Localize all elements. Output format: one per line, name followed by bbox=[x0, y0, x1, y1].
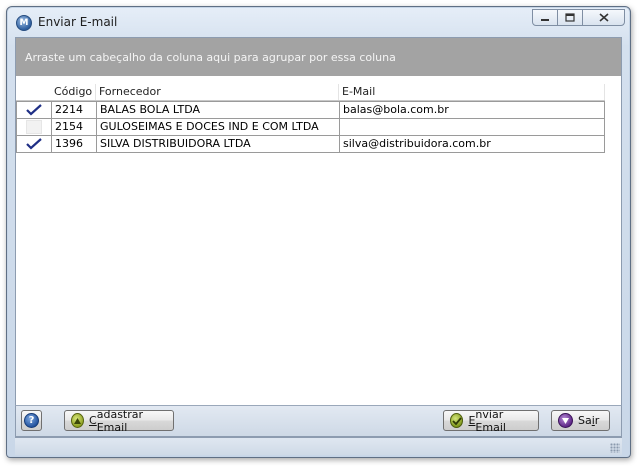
row-select-cell[interactable] bbox=[16, 119, 51, 135]
column-header-select[interactable] bbox=[16, 84, 51, 100]
unchecked-box bbox=[26, 120, 42, 134]
enviar-label: nviar Email bbox=[475, 407, 506, 434]
maximize-icon bbox=[565, 13, 575, 22]
fornecedor-cell[interactable]: GULOSEIMAS E DOCES IND E COM LTDA bbox=[96, 119, 339, 135]
row-select-cell[interactable] bbox=[16, 136, 51, 152]
group-by-hint: Arraste um cabeçalho da coluna aqui para… bbox=[25, 51, 396, 64]
title-bar[interactable]: M Enviar E-mail bbox=[7, 7, 630, 37]
enviar-email-button[interactable]: Enviar Email bbox=[443, 407, 539, 434]
enviar-accel: E bbox=[468, 414, 476, 427]
grid-header: Código Fornecedor E-Mail bbox=[16, 84, 605, 101]
button-bar: ? Cadastrar Email Enviar Email Sa i r bbox=[15, 405, 622, 437]
row-select-cell[interactable] bbox=[16, 102, 51, 118]
email-cell[interactable]: balas@bola.com.br bbox=[339, 102, 605, 118]
column-header-fornecedor[interactable]: Fornecedor bbox=[96, 84, 339, 100]
cadastrar-email-button[interactable]: Cadastrar Email bbox=[64, 407, 174, 434]
check-circle-icon bbox=[450, 413, 464, 428]
cadastrar-accel: C bbox=[89, 414, 97, 427]
codigo-cell[interactable]: 2154 bbox=[51, 119, 96, 135]
minimize-icon bbox=[541, 18, 549, 21]
add-circle-icon bbox=[71, 413, 85, 428]
supplier-grid: Código Fornecedor E-Mail 2214 BALAS BOLA… bbox=[16, 84, 605, 153]
sair-label-pre: Sa bbox=[578, 414, 592, 427]
email-cell[interactable] bbox=[339, 119, 605, 135]
enviar-email-window: M Enviar E-mail Arraste um cabeçalho da … bbox=[6, 6, 631, 458]
resize-grip-icon[interactable] bbox=[610, 443, 620, 453]
caption-buttons bbox=[532, 9, 625, 27]
status-bar bbox=[15, 438, 622, 455]
sair-label-rest: r bbox=[594, 414, 600, 427]
table-row[interactable]: 2214 BALAS BOLA LTDA balas@bola.com.br bbox=[16, 102, 605, 119]
minimize-button[interactable] bbox=[532, 9, 558, 26]
column-header-email[interactable]: E-Mail bbox=[339, 84, 605, 100]
close-button[interactable] bbox=[582, 9, 625, 26]
help-icon: ? bbox=[24, 413, 39, 428]
table-row[interactable]: 1396 SILVA DISTRIBUIDORA LTDA silva@dist… bbox=[16, 136, 605, 153]
email-cell[interactable]: silva@distribuidora.com.br bbox=[339, 136, 605, 152]
table-row[interactable]: 2154 GULOSEIMAS E DOCES IND E COM LTDA bbox=[16, 119, 605, 136]
checkmark-icon bbox=[26, 104, 42, 116]
column-header-codigo[interactable]: Código bbox=[51, 84, 96, 100]
app-logo-icon[interactable]: M bbox=[16, 15, 32, 31]
cadastrar-label: adastrar Email bbox=[96, 407, 144, 434]
checkmark-icon bbox=[26, 138, 42, 150]
grid-body: 2214 BALAS BOLA LTDA balas@bola.com.br 2… bbox=[16, 101, 605, 153]
help-button[interactable]: ? bbox=[21, 410, 42, 431]
fornecedor-cell[interactable]: SILVA DISTRIBUIDORA LTDA bbox=[96, 136, 339, 152]
sair-button[interactable]: Sa i r bbox=[551, 410, 610, 431]
grid-panel: Arraste um cabeçalho da coluna aqui para… bbox=[15, 37, 622, 438]
fornecedor-cell[interactable]: BALAS BOLA LTDA bbox=[96, 102, 339, 118]
group-by-panel[interactable]: Arraste um cabeçalho da coluna aqui para… bbox=[16, 38, 621, 76]
down-circle-icon bbox=[558, 413, 573, 428]
maximize-button[interactable] bbox=[557, 9, 583, 26]
window-title: Enviar E-mail bbox=[38, 15, 118, 29]
codigo-cell[interactable]: 2214 bbox=[51, 102, 96, 118]
close-icon bbox=[598, 13, 609, 22]
codigo-cell[interactable]: 1396 bbox=[51, 136, 96, 152]
